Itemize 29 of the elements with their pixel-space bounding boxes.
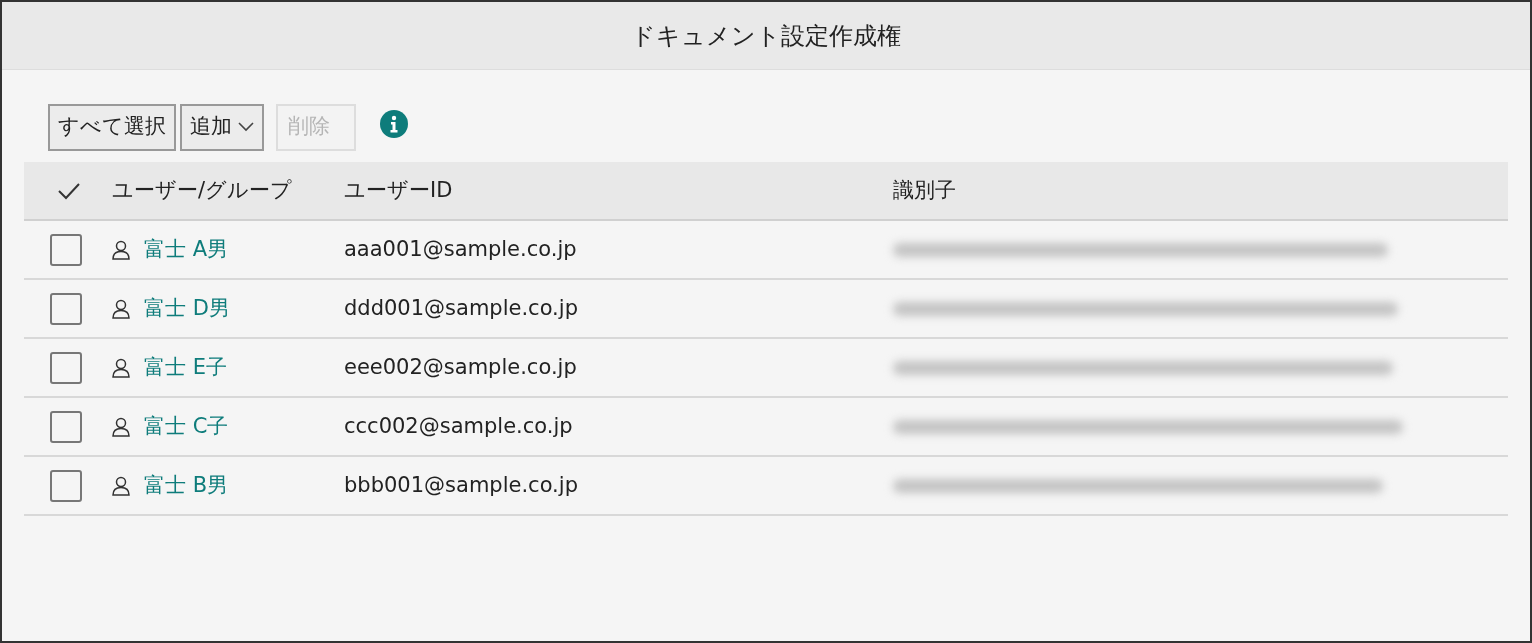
- user-icon: [112, 416, 130, 437]
- user-link[interactable]: 富士 A男: [144, 233, 229, 266]
- user-icon: [112, 239, 130, 260]
- row-checkbox[interactable]: [50, 410, 82, 443]
- column-header: ユーザーID: [344, 177, 453, 202]
- user-link[interactable]: 富士 B男: [144, 469, 229, 502]
- row-checkbox[interactable]: [50, 351, 82, 384]
- row-checkbox[interactable]: [50, 292, 82, 325]
- table-cell: ccc002@sample.co.jp: [344, 413, 573, 438]
- user-link[interactable]: 富士 D男: [144, 292, 230, 325]
- user-link[interactable]: 富士 E子: [144, 351, 227, 384]
- row-checkbox[interactable]: [50, 469, 82, 502]
- info-icon[interactable]: [380, 110, 408, 138]
- user-icon: [112, 357, 130, 378]
- table-cell: bbb001@sample.co.jp: [344, 472, 578, 497]
- table-cell: eee002@sample.co.jp: [344, 354, 577, 379]
- user-link[interactable]: 富士 C子: [144, 410, 229, 443]
- column-header: ユーザー/グループ: [112, 177, 293, 202]
- table-cell: ddd001@sample.co.jp: [344, 295, 578, 320]
- check-all-icon[interactable]: [58, 181, 80, 200]
- column-header: 識別子: [893, 177, 956, 202]
- toolbar-button[interactable]: すべて選択: [48, 103, 176, 151]
- table-cell: aaa001@sample.co.jp: [344, 236, 577, 261]
- chevron-down-icon: [238, 122, 254, 132]
- user-icon: [112, 475, 130, 496]
- toolbar-button[interactable]: 追加: [180, 103, 264, 151]
- user-icon: [112, 298, 130, 319]
- row-checkbox[interactable]: [50, 233, 82, 266]
- window-title: ドキュメント設定作成権: [631, 20, 901, 52]
